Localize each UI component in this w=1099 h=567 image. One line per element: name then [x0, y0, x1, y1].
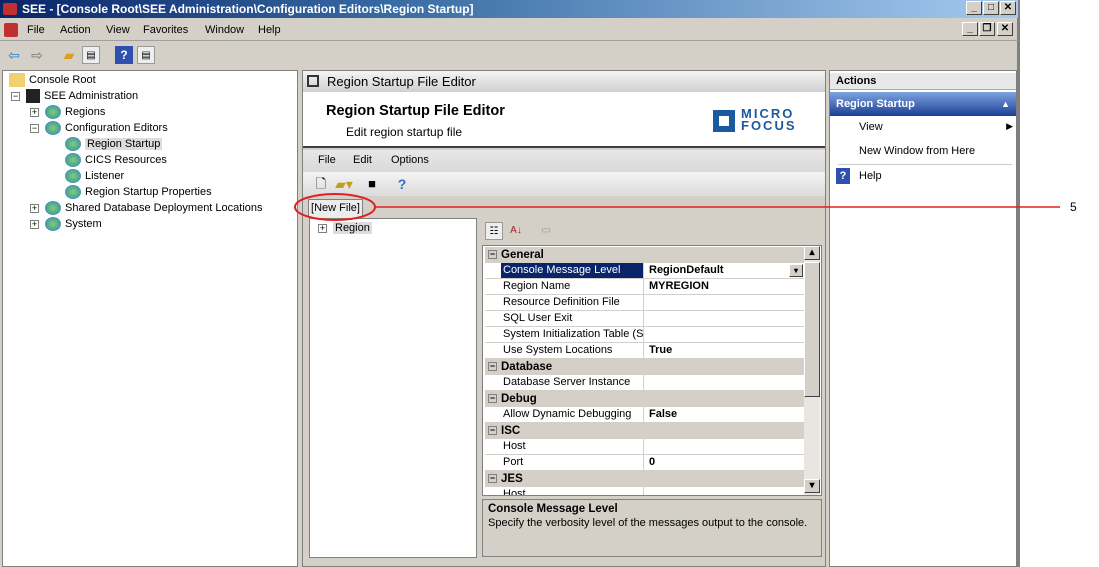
annotation-ellipse [294, 193, 376, 221]
annotation-overlay [294, 193, 1060, 221]
annotation-label: 5 [1070, 200, 1077, 214]
